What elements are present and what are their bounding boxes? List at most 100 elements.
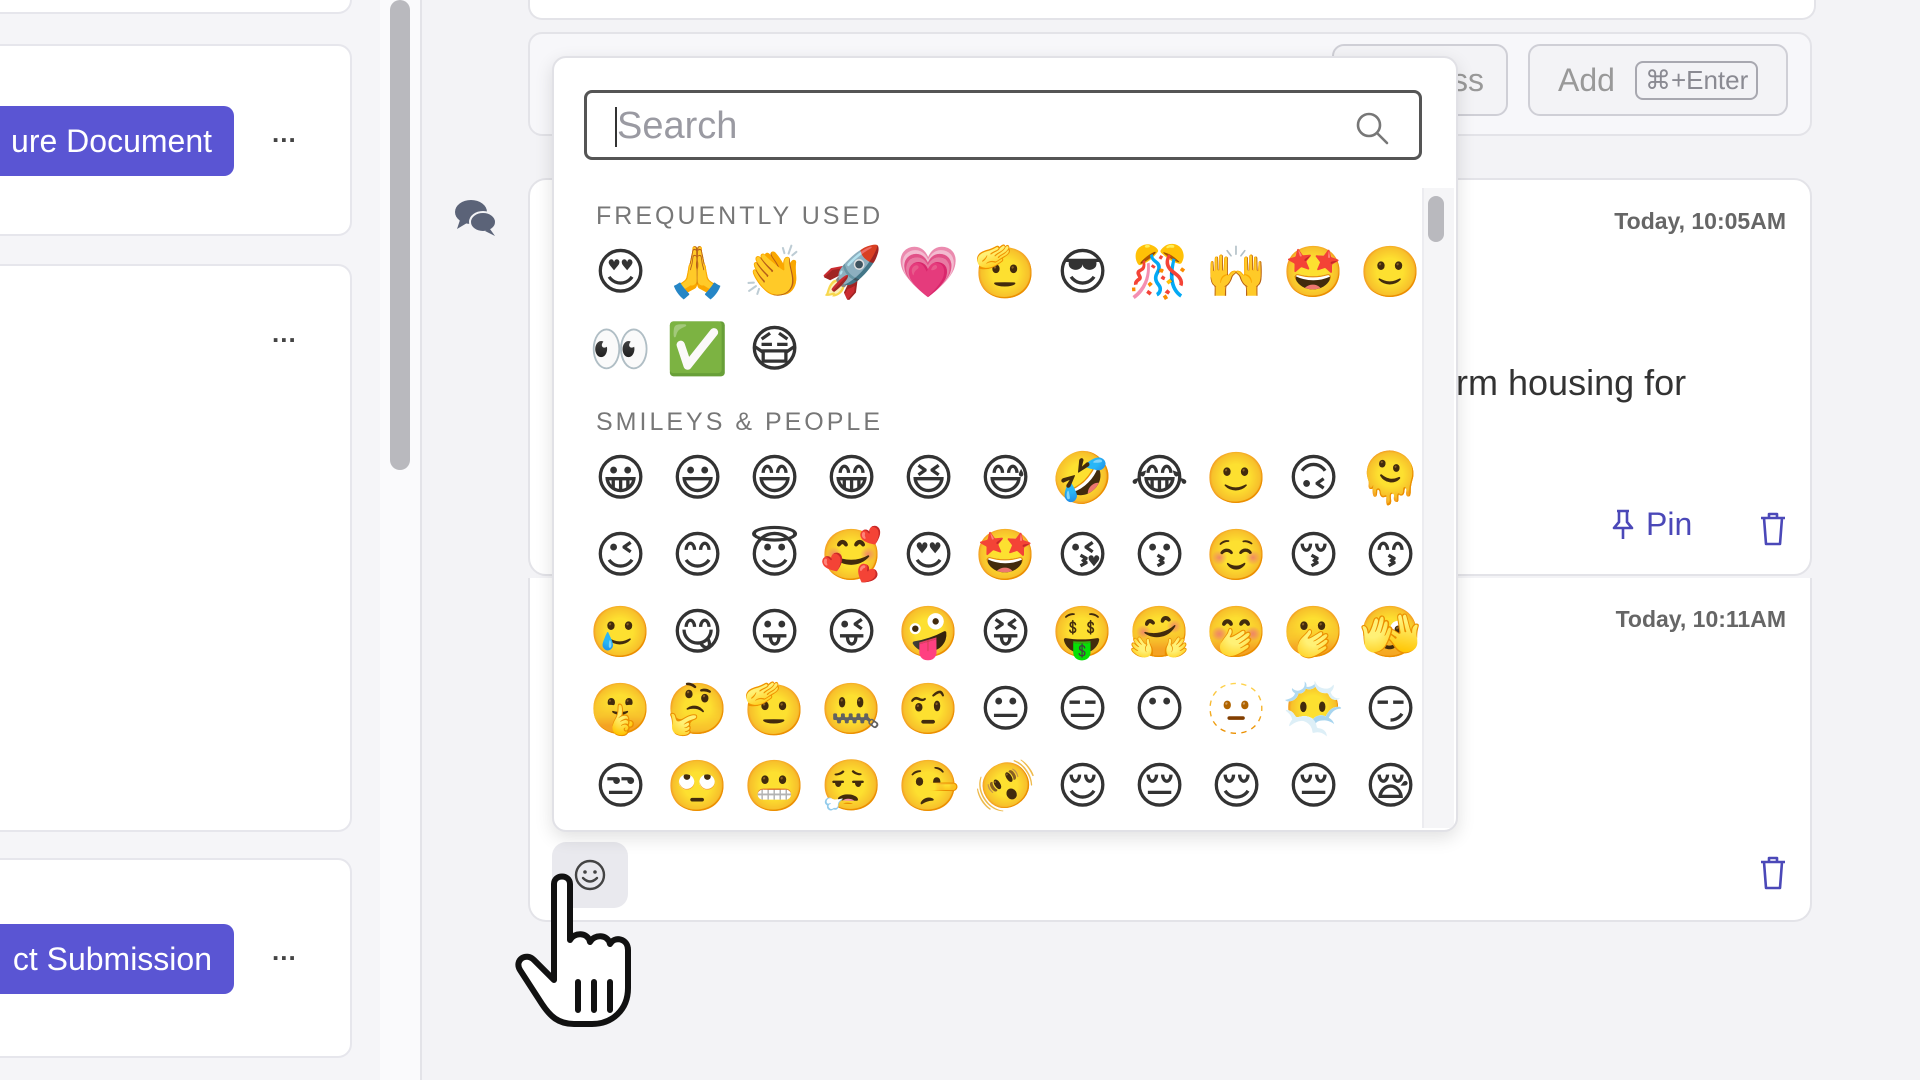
emoji-item[interactable]: 😏 bbox=[1352, 671, 1429, 748]
emoji-item[interactable]: 🫨 bbox=[967, 748, 1044, 825]
emoji-search-box bbox=[584, 90, 1422, 160]
emoji-item[interactable]: 😆 bbox=[890, 440, 967, 517]
delete-icon[interactable] bbox=[1758, 512, 1788, 546]
emoji-item[interactable]: 🤭 bbox=[1198, 594, 1275, 671]
emoji-item[interactable]: 👏 bbox=[736, 234, 813, 311]
comment-timestamp: Today, 10:05AM bbox=[1614, 208, 1786, 234]
emoji-item[interactable]: 😶 bbox=[1121, 671, 1198, 748]
emoji-item[interactable]: 😷 bbox=[736, 311, 813, 388]
emoji-item[interactable]: 😛 bbox=[736, 594, 813, 671]
emoji-item[interactable]: 😍 bbox=[890, 517, 967, 594]
left-scrollbar-thumb[interactable] bbox=[390, 0, 410, 470]
pin-label: Pin bbox=[1646, 506, 1693, 542]
emoji-item[interactable]: 😔 bbox=[1121, 748, 1198, 825]
emoji-item[interactable]: 🤔 bbox=[659, 671, 736, 748]
emoji-item[interactable]: 🤪 bbox=[890, 594, 967, 671]
more-options-icon[interactable]: ... bbox=[272, 936, 297, 967]
section-title-smileys-people: SMILEYS & PEOPLE bbox=[596, 408, 883, 436]
task-card-4: ct Submission ... bbox=[0, 858, 352, 1058]
emoji-item[interactable]: 😄 bbox=[736, 440, 813, 517]
section-title-frequently-used: FREQUENTLY USED bbox=[596, 202, 884, 230]
add-comment-button[interactable]: Add ⌘+Enter bbox=[1528, 44, 1788, 116]
emoji-item[interactable]: 🥲 bbox=[582, 594, 659, 671]
emoji-search-input[interactable] bbox=[615, 103, 1339, 149]
emoji-item[interactable]: 😎 bbox=[1044, 234, 1121, 311]
emoji-item[interactable]: 🚀 bbox=[813, 234, 890, 311]
emoji-item[interactable]: 💗 bbox=[890, 234, 967, 311]
emoji-item[interactable]: 😮‍💨 bbox=[813, 748, 890, 825]
emoji-item[interactable]: 😂 bbox=[1121, 440, 1198, 517]
emoji-item[interactable]: 🫡 bbox=[736, 671, 813, 748]
emoji-item[interactable]: 🤗 bbox=[1121, 594, 1198, 671]
emoji-item[interactable]: 😔 bbox=[1275, 748, 1352, 825]
emoji-item[interactable]: 😇 bbox=[736, 517, 813, 594]
hand-pointer-cursor-icon bbox=[515, 873, 631, 1027]
emoji-item[interactable]: 😊 bbox=[659, 517, 736, 594]
add-label: Add bbox=[1558, 61, 1615, 98]
emoji-item[interactable]: 🤥 bbox=[890, 748, 967, 825]
more-options-icon[interactable]: ... bbox=[272, 118, 297, 149]
emoji-item[interactable]: 😒 bbox=[582, 748, 659, 825]
pin-button[interactable]: Pin bbox=[1610, 506, 1692, 543]
emoji-item[interactable]: 🤨 bbox=[890, 671, 967, 748]
emoji-item[interactable]: 😅 bbox=[967, 440, 1044, 517]
emoji-item[interactable]: 😉 bbox=[582, 517, 659, 594]
emoji-item[interactable]: 🫣 bbox=[1352, 594, 1429, 671]
emoji-item[interactable]: 😪 bbox=[1352, 748, 1429, 825]
previous-panel-edge bbox=[528, 0, 1816, 20]
comment-text: erm housing for bbox=[1436, 362, 1687, 403]
emoji-item[interactable]: 😜 bbox=[813, 594, 890, 671]
search-icon[interactable] bbox=[1355, 111, 1389, 145]
emoji-item[interactable]: 😃 bbox=[659, 440, 736, 517]
emoji-item[interactable]: 👀 bbox=[582, 311, 659, 388]
emoji-item[interactable]: ☺️ bbox=[1198, 517, 1275, 594]
picker-scrollbar-thumb[interactable] bbox=[1428, 196, 1444, 242]
more-options-icon[interactable]: ... bbox=[272, 318, 297, 349]
emoji-item[interactable]: 🤩 bbox=[967, 517, 1044, 594]
delete-icon[interactable] bbox=[1758, 856, 1788, 890]
emoji-item[interactable]: 🫡 bbox=[967, 234, 1044, 311]
comment-timestamp: Today, 10:11AM bbox=[1615, 606, 1786, 632]
emoji-grid-frequently-used: 😍 🙏 👏 🚀 💗 🫡 😎 🎊 🙌 🤩 🙂 👀 ✅ 😷 bbox=[582, 234, 1429, 388]
emoji-item[interactable]: 🥰 bbox=[813, 517, 890, 594]
emoji-item[interactable]: 😁 bbox=[813, 440, 890, 517]
picker-scrollbar-track[interactable] bbox=[1422, 188, 1454, 828]
emoji-item[interactable]: 🙄 bbox=[659, 748, 736, 825]
emoji-item[interactable]: 🫢 bbox=[1275, 594, 1352, 671]
emoji-item[interactable]: 🫠 bbox=[1352, 440, 1429, 517]
emoji-item[interactable]: 😙 bbox=[1352, 517, 1429, 594]
emoji-item[interactable]: 🙃 bbox=[1275, 440, 1352, 517]
emoji-item[interactable]: 😀 bbox=[582, 440, 659, 517]
emoji-item[interactable]: 😚 bbox=[1275, 517, 1352, 594]
emoji-item[interactable]: 🤩 bbox=[1275, 234, 1352, 311]
emoji-picker: FREQUENTLY USED 😍🙏👏🚀💗🫡😎🎊🙌🤩🙂👀✅😷 SMILEYS &… bbox=[552, 56, 1458, 832]
emoji-item[interactable]: 😌 bbox=[1044, 748, 1121, 825]
emoji-item[interactable]: 🤣 bbox=[1044, 440, 1121, 517]
task-action-button[interactable]: ct Submission bbox=[0, 924, 234, 994]
emoji-item[interactable]: ✅ bbox=[659, 311, 736, 388]
emoji-item[interactable]: 🎊 bbox=[1121, 234, 1198, 311]
emoji-item[interactable]: 😶‍🌫️ bbox=[1275, 671, 1352, 748]
emoji-grid-smileys-people: 😀 😃 😄 😁 😆 😅 🤣 😂 🙂 🙃 🫠 😉 😊 😇 🥰 😍 🤩 😘 😗 ☺️ 😚 😙 🥲 😋 😛 😜 🤪 😝 🤑 🤗 🤭 🫢 🫣 🤫 🤔 🫡 🤐 🤨 😐… bbox=[582, 440, 1429, 825]
emoji-item[interactable]: 🫥 bbox=[1198, 671, 1275, 748]
emoji-item[interactable]: 🙂 bbox=[1352, 234, 1429, 311]
emoji-item[interactable]: 🤐 bbox=[813, 671, 890, 748]
emoji-item[interactable]: 😐 bbox=[967, 671, 1044, 748]
emoji-item[interactable]: 😝 bbox=[967, 594, 1044, 671]
task-card-2: ure Document ... bbox=[0, 44, 352, 236]
emoji-item[interactable]: 😬 bbox=[736, 748, 813, 825]
emoji-item[interactable]: 😑 bbox=[1044, 671, 1121, 748]
emoji-item[interactable]: 🙏 bbox=[659, 234, 736, 311]
emoji-item[interactable]: 😘 bbox=[1044, 517, 1121, 594]
pin-icon bbox=[1612, 509, 1634, 539]
task-action-button[interactable]: ure Document bbox=[0, 106, 234, 176]
emoji-item[interactable]: 🤫 bbox=[582, 671, 659, 748]
emoji-item[interactable]: 😌 bbox=[1198, 748, 1275, 825]
emoji-item[interactable]: 😋 bbox=[659, 594, 736, 671]
comments-icon bbox=[455, 200, 497, 236]
emoji-item[interactable]: 🙂 bbox=[1198, 440, 1275, 517]
emoji-item[interactable]: 😍 bbox=[582, 234, 659, 311]
emoji-item[interactable]: 🤑 bbox=[1044, 594, 1121, 671]
emoji-item[interactable]: 🙌 bbox=[1198, 234, 1275, 311]
emoji-item[interactable]: 😗 bbox=[1121, 517, 1198, 594]
